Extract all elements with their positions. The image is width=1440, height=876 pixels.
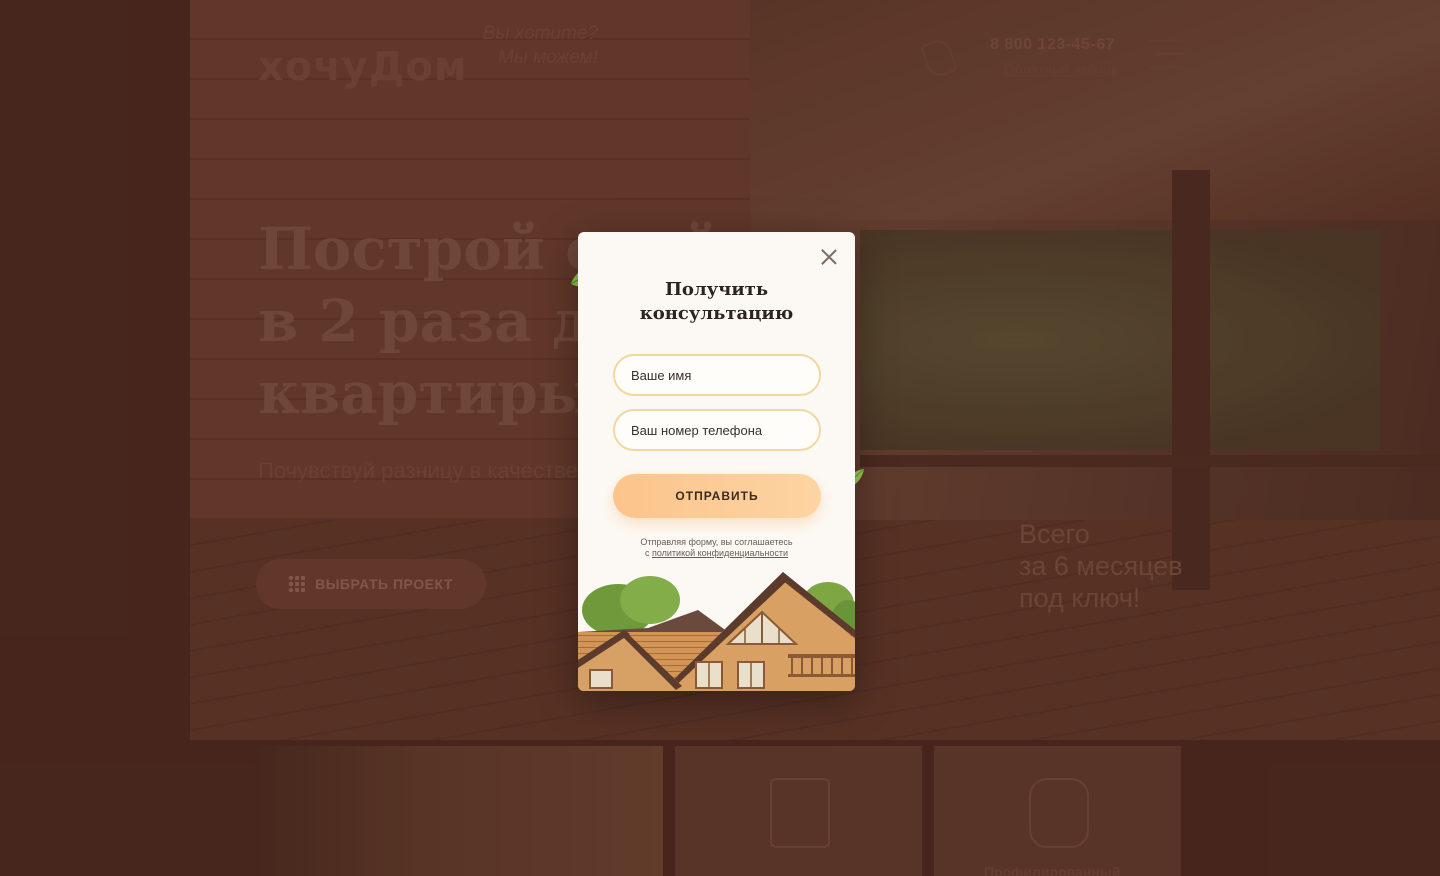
modal-title: Получить консультацию	[578, 278, 855, 326]
name-input[interactable]	[613, 354, 821, 396]
privacy-policy-link[interactable]: политикой конфиденциальности	[652, 548, 788, 558]
consultation-modal: Получить консультацию ОТПРАВИТЬ Отправля…	[578, 232, 855, 691]
modal-title-line-2: консультацию	[639, 303, 794, 324]
submit-button[interactable]: ОТПРАВИТЬ	[613, 474, 821, 518]
policy-prefix: с	[644, 548, 650, 558]
policy-line-2: с политикой конфиденциальности	[578, 548, 855, 559]
close-icon[interactable]	[821, 249, 837, 265]
modal-title-line-1: Получить	[664, 279, 769, 300]
policy-note: Отправляя форму, вы соглашаетесь с полит…	[578, 537, 855, 559]
phone-input[interactable]	[613, 409, 821, 451]
house-illustration	[578, 572, 855, 691]
policy-text: Отправляя форму, вы соглашаетесь	[640, 537, 793, 547]
